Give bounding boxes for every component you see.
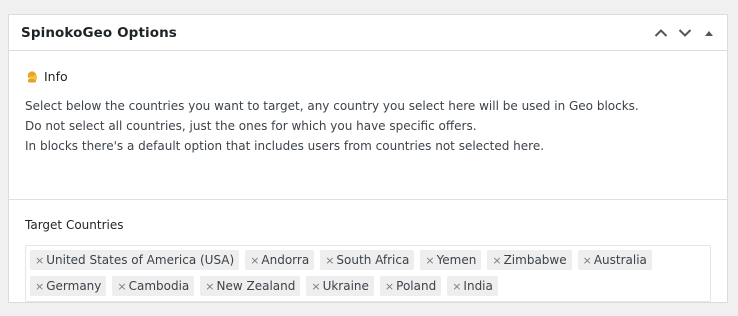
country-token-label: South Africa (336, 253, 410, 267)
panel-handle-actions (649, 15, 721, 51)
spinokogeo-options-panel: SpinokoGeo Options Info Select below the… (8, 14, 728, 303)
remove-token-icon[interactable]: × (205, 281, 214, 292)
panel-title: SpinokoGeo Options (21, 24, 177, 41)
country-token: × Yemen (420, 250, 482, 270)
country-token-label: India (463, 279, 493, 293)
info-heading: Info (25, 68, 711, 84)
move-up-button[interactable] (649, 15, 673, 51)
remove-token-icon[interactable]: × (452, 281, 461, 292)
country-token-label: Ukraine (322, 279, 369, 293)
country-token-label: Poland (396, 279, 437, 293)
remove-token-icon[interactable]: × (425, 255, 434, 266)
country-token: × United States of America (USA) (30, 250, 240, 270)
country-token: × New Zealand (200, 276, 301, 296)
remove-token-icon[interactable]: × (250, 255, 259, 266)
country-token-label: Germany (46, 279, 102, 293)
target-countries-select[interactable]: × United States of America (USA) × Andorra… (25, 245, 711, 302)
country-token-label: Australia (593, 253, 647, 267)
country-token-label: United States of America (USA) (46, 253, 235, 267)
country-token: × Andorra (245, 250, 315, 270)
info-description: Select below the countries you want to t… (25, 96, 711, 156)
country-token-label: Cambodia (128, 279, 190, 293)
remove-token-icon[interactable]: × (311, 281, 320, 292)
triangle-up-icon (705, 31, 713, 36)
info-line: Select below the countries you want to t… (25, 99, 639, 113)
remove-token-icon[interactable]: × (35, 255, 44, 266)
country-token: × Zimbabwe (487, 250, 572, 270)
remove-token-icon[interactable]: × (35, 281, 44, 292)
country-token: × Ukraine (306, 276, 374, 296)
remove-token-icon[interactable]: × (385, 281, 394, 292)
info-line: In blocks there's a default option that … (25, 139, 545, 153)
country-token: × Cambodia (112, 276, 195, 296)
panel-header: SpinokoGeo Options (9, 15, 727, 51)
target-countries-section: Target Countries × United States of Ameri… (9, 200, 727, 302)
country-token: × Germany (30, 276, 107, 296)
country-token: × Poland (379, 276, 442, 296)
chevron-down-icon (678, 29, 692, 37)
remove-token-icon[interactable]: × (583, 255, 592, 266)
chevron-up-icon (654, 29, 668, 37)
toggle-panel-button[interactable] (697, 15, 721, 51)
info-line: Do not select all countries, just the on… (25, 119, 477, 133)
country-token: × Australia (577, 250, 652, 270)
country-token: × India (447, 276, 498, 296)
move-down-button[interactable] (673, 15, 697, 51)
remove-token-icon[interactable]: × (492, 255, 501, 266)
country-token-label: Andorra (261, 253, 310, 267)
country-token-label: Zimbabwe (503, 253, 567, 267)
info-heading-text: Info (44, 68, 68, 84)
info-emoji-icon (27, 71, 37, 83)
remove-token-icon[interactable]: × (117, 281, 126, 292)
info-section: Info Select below the countries you want… (9, 51, 727, 200)
country-token: × South Africa (320, 250, 415, 270)
target-countries-label: Target Countries (25, 218, 124, 232)
country-token-label: New Zealand (216, 279, 296, 293)
country-token-label: Yemen (436, 253, 477, 267)
remove-token-icon[interactable]: × (325, 255, 334, 266)
